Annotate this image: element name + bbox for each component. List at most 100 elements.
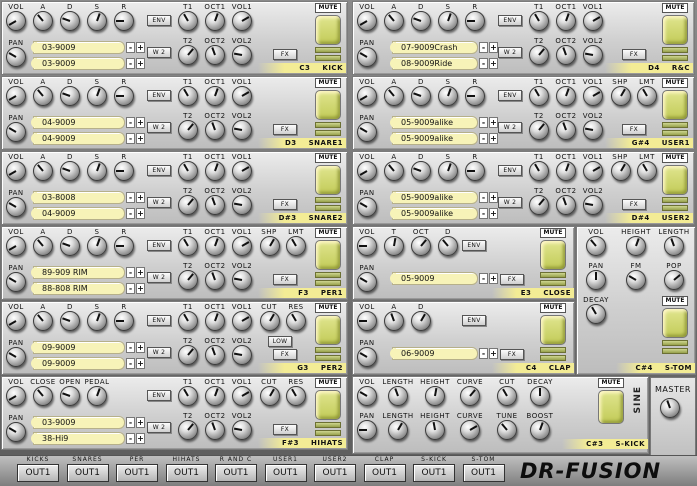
output-select-8[interactable]: OUT1 (413, 464, 455, 482)
user2-knob-a[interactable] (384, 161, 404, 181)
skick-knob-curve-2[interactable] (460, 420, 480, 440)
snare2-trigger-pad[interactable] (315, 165, 341, 195)
kick-knob-s[interactable] (87, 11, 107, 31)
hihats-knob-vol1[interactable] (232, 386, 252, 406)
per1-wave1-selector-plus[interactable]: + (136, 267, 145, 278)
snare2-knob-vol2[interactable] (232, 195, 252, 215)
per1-knob-vol1[interactable] (232, 236, 252, 256)
kick-knob-oct2[interactable] (205, 45, 225, 65)
rc-fx-button[interactable]: FX (622, 49, 646, 60)
per2-wave1-selector[interactable]: 09-9009 (31, 341, 125, 354)
stom-knob-height[interactable] (626, 236, 646, 256)
user1-trigger-pad[interactable] (662, 90, 688, 120)
snare1-knob-vol[interactable] (6, 86, 26, 106)
kick-w2-button[interactable]: W 2 (147, 47, 171, 58)
per2-knob-vol[interactable] (6, 311, 26, 331)
clap-knob-d[interactable] (411, 311, 431, 331)
per2-knob-t2[interactable] (178, 345, 198, 365)
kick-knob-t2[interactable] (178, 45, 198, 65)
user1-knob-lmt[interactable] (637, 86, 657, 106)
rc-knob-vol1[interactable] (583, 11, 603, 31)
user2-knob-vol2[interactable] (583, 195, 603, 215)
close-knob-pan[interactable] (357, 272, 377, 292)
user1-knob-vol[interactable] (357, 86, 377, 106)
rc-knob-oct1[interactable] (556, 11, 576, 31)
stom-knob-fm[interactable] (626, 270, 646, 290)
skick-knob-boost-2[interactable] (530, 420, 550, 440)
skick-knob-length[interactable] (388, 386, 408, 406)
per1-knob-lmt[interactable] (286, 236, 306, 256)
kick-knob-t1[interactable] (178, 11, 198, 31)
user2-trigger-pad[interactable] (662, 165, 688, 195)
user1-knob-pan[interactable] (357, 122, 377, 142)
user2-wave2-selector-minus[interactable]: - (479, 208, 488, 219)
user1-wave1-selector[interactable]: 05-9009alike (390, 116, 478, 129)
snare2-knob-vol1[interactable] (232, 161, 252, 181)
snare1-knob-s[interactable] (87, 86, 107, 106)
user1-mute-button[interactable]: MUTE (662, 78, 688, 88)
skick-knob-length-2[interactable] (388, 420, 408, 440)
hihats-wave2-selector[interactable]: 38-Hi9 (31, 432, 125, 445)
per1-mute-button[interactable]: MUTE (315, 228, 341, 238)
per2-knob-res[interactable] (286, 311, 306, 331)
clap-knob-a[interactable] (384, 311, 404, 331)
per1-wave2-selector-minus[interactable]: - (126, 283, 135, 294)
close-env-button[interactable]: ENV (462, 240, 486, 251)
rc-wave2-selector-plus[interactable]: + (489, 58, 498, 69)
user2-knob-lmt[interactable] (637, 161, 657, 181)
kick-env-button[interactable]: ENV (147, 15, 171, 26)
user1-knob-oct2[interactable] (556, 120, 576, 140)
skick-knob-vol[interactable] (357, 386, 377, 406)
stom-knob-pop[interactable] (664, 270, 684, 290)
kick-wave2-selector-plus[interactable]: + (136, 58, 145, 69)
hihats-knob-vol2[interactable] (232, 420, 252, 440)
kick-knob-oct1[interactable] (205, 11, 225, 31)
snare1-knob-vol1[interactable] (232, 86, 252, 106)
snare2-knob-vol[interactable] (6, 161, 26, 181)
hihats-knob-oct1[interactable] (205, 386, 225, 406)
hihats-knob-pan[interactable] (6, 422, 26, 442)
per1-wave2-selector[interactable]: 88-808 RIM (31, 282, 125, 295)
snare2-fx-button[interactable]: FX (273, 199, 297, 210)
rc-trigger-pad[interactable] (662, 15, 688, 45)
snare1-wave2-selector-plus[interactable]: + (136, 133, 145, 144)
per2-wave2-selector-plus[interactable]: + (136, 358, 145, 369)
close-knob-oct[interactable] (411, 236, 431, 256)
rc-wave1-selector[interactable]: 07-9009Crash (390, 41, 478, 54)
snare2-wave1-selector-minus[interactable]: - (126, 192, 135, 203)
output-select-7[interactable]: OUT1 (363, 464, 406, 482)
snare2-wave2-selector[interactable]: 04-9009 (31, 207, 125, 220)
skick-knob-height-2[interactable] (425, 420, 445, 440)
output-select-9[interactable]: OUT1 (462, 464, 505, 482)
per1-env-button[interactable]: ENV (147, 240, 171, 251)
per2-knob-t1[interactable] (178, 311, 198, 331)
snare2-knob-r[interactable] (114, 161, 134, 181)
user1-knob-vol2[interactable] (583, 120, 603, 140)
hihats-trigger-pad[interactable] (315, 390, 341, 420)
snare2-knob-oct2[interactable] (205, 195, 225, 215)
snare1-mute-button[interactable]: MUTE (315, 78, 341, 88)
rc-knob-oct2[interactable] (556, 45, 576, 65)
stom-knob-vol[interactable] (586, 236, 606, 256)
hihats-wave1-selector-plus[interactable]: + (136, 417, 145, 428)
clap-knob-pan[interactable] (357, 347, 377, 367)
user2-wave2-selector[interactable]: 05-9009alike (390, 207, 478, 220)
clap-trigger-pad[interactable] (540, 315, 566, 345)
per1-knob-r[interactable] (114, 236, 134, 256)
kick-knob-pan[interactable] (6, 47, 26, 67)
snare1-knob-t1[interactable] (178, 86, 198, 106)
kick-knob-vol2[interactable] (232, 45, 252, 65)
user1-wave1-selector-plus[interactable]: + (489, 117, 498, 128)
rc-knob-pan[interactable] (357, 47, 377, 67)
per1-knob-a[interactable] (33, 236, 53, 256)
snare1-knob-oct1[interactable] (205, 86, 225, 106)
rc-knob-t2[interactable] (529, 45, 549, 65)
per1-knob-oct1[interactable] (205, 236, 225, 256)
snare1-trigger-pad[interactable] (315, 90, 341, 120)
snare2-wave2-selector-plus[interactable]: + (136, 208, 145, 219)
user1-knob-r[interactable] (465, 86, 485, 106)
snare2-mute-button[interactable]: MUTE (315, 153, 341, 163)
stom-trigger-pad[interactable] (662, 308, 688, 338)
hihats-knob-cut[interactable] (260, 386, 280, 406)
per1-trigger-pad[interactable] (315, 240, 341, 270)
